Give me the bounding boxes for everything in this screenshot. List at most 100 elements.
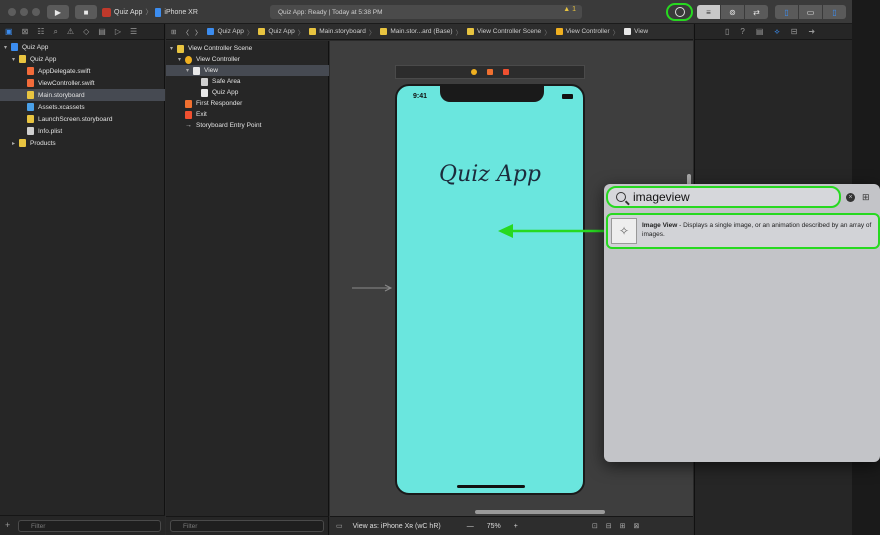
help-inspector-icon[interactable]: ? <box>740 27 744 36</box>
disclosure-triangle-icon[interactable]: ▾ <box>178 56 185 63</box>
view-controller-icon <box>185 55 192 64</box>
zoom-in-button[interactable]: + <box>514 523 518 530</box>
jump-bar: ⊞ 〈 〉 Quiz App 〉 Quiz App 〉 Main.storyboard 〉… <box>166 24 693 40</box>
disclosure-triangle-icon[interactable]: ▸ <box>12 140 19 147</box>
back-button[interactable]: 〈 <box>182 27 189 37</box>
issue-tab-icon[interactable]: ⚠ <box>67 27 74 36</box>
run-button[interactable]: ▶ <box>47 5 69 19</box>
outline-item[interactable]: Safe Area <box>166 76 329 87</box>
sidebar-item-file[interactable]: ▾ Quiz App <box>0 53 165 65</box>
outline-label: View Controller Scene <box>188 45 253 52</box>
pin-icon[interactable]: ⊞ <box>620 522 626 530</box>
sidebar-item-file[interactable]: ▸ Products <box>0 137 165 149</box>
find-tab-icon[interactable]: ⌕ <box>53 27 57 37</box>
view-controller-icon[interactable] <box>471 69 477 75</box>
horizontal-scrollbar[interactable] <box>475 510 605 514</box>
forward-button[interactable]: 〉 <box>195 27 202 37</box>
breadcrumb-item[interactable]: Main.stor...ard (Base) 〉 <box>380 27 462 37</box>
image-view-description: Image View - Displays a single image, or… <box>642 221 877 239</box>
file-label: Products <box>30 139 56 147</box>
warning-badge[interactable]: ▲ 1 <box>563 6 576 13</box>
standard-editor-button[interactable]: ≡ <box>697 5 720 19</box>
source-control-tab-icon[interactable]: ⊠ <box>22 27 29 36</box>
quiz-app-label[interactable]: Quiz App <box>397 162 583 187</box>
filter-placeholder: Filter <box>183 522 198 530</box>
scheme-selector[interactable]: Quiz App 〉 iPhone XR <box>102 6 198 18</box>
connections-inspector-icon[interactable]: ➜ <box>808 27 815 36</box>
iphone-view[interactable]: 9:41 Quiz App <box>395 84 585 495</box>
scene-icon <box>177 44 184 53</box>
assistant-editor-button[interactable]: ⊚ <box>721 5 744 19</box>
disclosure-triangle-icon[interactable]: ▾ <box>170 45 177 52</box>
update-frames-icon[interactable]: ⊡ <box>592 522 598 530</box>
disclosure-triangle-icon[interactable]: ▾ <box>186 67 193 74</box>
minimize-window-button[interactable] <box>20 8 28 16</box>
toggle-debug-area-button[interactable]: ▭ <box>799 5 822 19</box>
sidebar-item-file[interactable]: AppDelegate.swift <box>0 65 165 77</box>
outline-item[interactable]: ▾ View <box>166 65 329 76</box>
drag-direction-arrow <box>498 224 608 238</box>
sidebar-item-file[interactable]: LaunchScreen.storyboard <box>0 113 165 125</box>
navigator-filter-field[interactable]: Filter <box>18 520 161 532</box>
library-search-input[interactable] <box>633 190 823 204</box>
breadcrumb-item[interactable]: Quiz App 〉 <box>258 27 304 37</box>
stop-button[interactable]: ■ <box>75 5 97 19</box>
library-button[interactable] <box>666 3 693 21</box>
outline-item[interactable]: → Storyboard Entry Point <box>166 120 329 131</box>
related-items-icon[interactable]: ⊞ <box>171 28 176 36</box>
disclosure-triangle-icon[interactable]: ▾ <box>12 56 19 63</box>
report-tab-icon[interactable]: ☰ <box>130 27 137 36</box>
align-icon[interactable]: ⊟ <box>606 522 612 530</box>
outline-label: Quiz App <box>212 89 239 96</box>
breakpoint-tab-icon[interactable]: ▷ <box>115 27 121 36</box>
disclosure-triangle-icon[interactable]: ▾ <box>4 44 11 51</box>
outline-item[interactable]: Exit <box>166 109 329 120</box>
outline-toggle-icon[interactable]: ▭ <box>336 522 343 530</box>
version-editor-button[interactable]: ⇄ <box>745 5 768 19</box>
debug-tab-icon[interactable]: ▤ <box>98 27 106 36</box>
breadcrumb-item[interactable]: View Controller 〉 <box>555 27 619 37</box>
size-inspector-icon[interactable]: ⊟ <box>791 27 798 36</box>
outline-item[interactable]: First Responder <box>166 98 329 109</box>
breadcrumb-item[interactable]: View <box>624 27 648 37</box>
breadcrumb-item[interactable]: Main.storyboard 〉 <box>309 27 375 37</box>
sidebar-item-file[interactable]: ▾ Quiz App <box>0 41 165 53</box>
file-inspector-icon[interactable]: ▯ <box>725 27 729 36</box>
zoom-window-button[interactable] <box>32 8 40 16</box>
outline-item[interactable]: Quiz App <box>166 87 329 98</box>
app-target-icon <box>102 7 111 17</box>
device-notch <box>440 86 544 102</box>
test-tab-icon[interactable]: ◇ <box>83 27 89 36</box>
toggle-inspector-button[interactable]: ▯ <box>823 5 846 19</box>
grid-view-icon[interactable]: ⊞ <box>862 193 871 202</box>
first-responder-icon[interactable] <box>487 69 493 75</box>
storyboard-entry-arrow[interactable] <box>352 284 394 292</box>
sidebar-item-file[interactable]: Main.storyboard <box>0 89 165 101</box>
toolbar: ▶ ■ Quiz App 〉 iPhone XR Quiz App: Ready… <box>0 0 852 24</box>
sidebar-item-file[interactable]: Info.plist <box>0 125 165 137</box>
outline-filter-field[interactable]: Filter <box>170 520 324 532</box>
zoom-out-button[interactable]: — <box>467 523 474 530</box>
add-file-button[interactable]: + <box>5 520 10 530</box>
breadcrumb-item[interactable]: Quiz App 〉 <box>207 27 253 37</box>
exit-icon[interactable] <box>503 69 509 75</box>
breadcrumb-item[interactable]: View Controller Scene 〉 <box>466 27 551 37</box>
device-icon <box>155 7 162 17</box>
folder-icon <box>19 55 26 63</box>
symbol-tab-icon[interactable]: ☷ <box>37 27 44 36</box>
sidebar-item-file[interactable]: ViewController.swift <box>0 77 165 89</box>
image-view-result[interactable]: ✧ Image View - Displays a single image, … <box>606 213 880 249</box>
view-as-button[interactable]: View as: iPhone Xʀ (wC hR) <box>353 523 441 530</box>
project-navigator-tab-icon[interactable]: ▣ <box>5 27 13 36</box>
toggle-navigator-button[interactable]: ▯ <box>775 5 798 19</box>
outline-item[interactable]: ▾ View Controller Scene <box>166 43 329 54</box>
identity-inspector-icon[interactable]: ▤ <box>756 27 764 36</box>
attributes-inspector-icon[interactable]: ⟡ <box>774 27 779 37</box>
clear-search-icon[interactable]: × <box>846 193 855 202</box>
outline-item[interactable]: ▾ View Controller <box>166 54 329 65</box>
breadcrumb-label: View Controller Scene <box>476 28 542 35</box>
close-window-button[interactable] <box>8 8 16 16</box>
sidebar-item-file[interactable]: Assets.xcassets <box>0 101 165 113</box>
resolve-issues-icon[interactable]: ⊠ <box>633 522 639 530</box>
view-icon <box>193 66 200 75</box>
